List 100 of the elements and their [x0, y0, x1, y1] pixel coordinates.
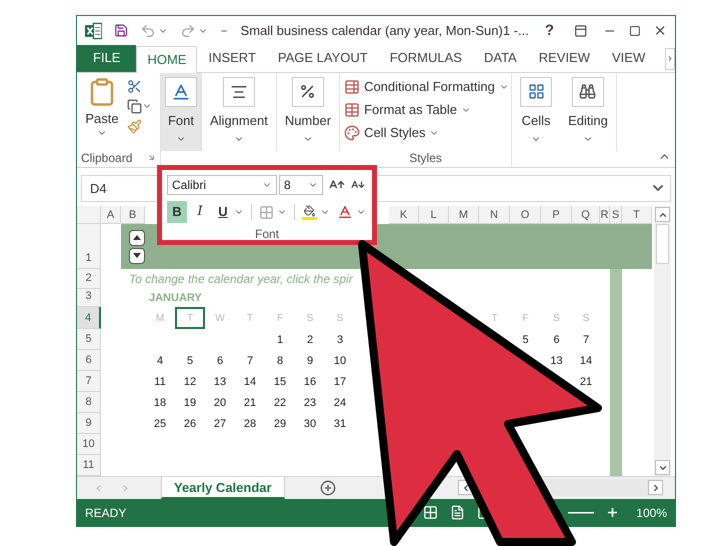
date-cell[interactable]: 7	[235, 350, 265, 372]
file-tab[interactable]: FILE	[77, 44, 136, 72]
alignment-button[interactable]: Alignment	[206, 72, 272, 151]
format-button[interactable]: I	[190, 201, 210, 223]
row-header[interactable]: 7	[77, 371, 101, 392]
date-cell[interactable]: 19	[175, 392, 205, 414]
row-header[interactable]: 11	[77, 455, 101, 476]
scroll-thumb[interactable]	[656, 224, 669, 264]
maximize-icon[interactable]	[628, 24, 641, 38]
spin-down-button[interactable]	[129, 248, 145, 264]
font-name-field[interactable]: Calibri	[167, 175, 277, 195]
date-cell[interactable]: 3	[325, 329, 355, 350]
styles-menu-button[interactable]: Cell Styles	[344, 122, 512, 143]
styles-menu-button[interactable]: Conditional Formatting	[344, 76, 512, 97]
ribbon-tab[interactable]: VIEW	[601, 44, 656, 72]
date-cell[interactable]: 14	[235, 371, 265, 392]
date-cell[interactable]: 30	[295, 413, 325, 434]
date-cell[interactable]: 24	[325, 392, 355, 414]
ribbon-tab[interactable]: FORMULAS	[378, 44, 473, 72]
ribbon-tab[interactable]: REVIEW	[528, 44, 602, 72]
paste-button[interactable]: Paste	[81, 76, 123, 149]
format-painter-icon[interactable]	[127, 118, 142, 134]
add-sheet-icon[interactable]	[320, 480, 336, 496]
date-cell[interactable]: 10	[325, 350, 355, 372]
column-header[interactable]: P	[541, 206, 572, 224]
page-layout-view-icon[interactable]	[450, 505, 465, 520]
row-header[interactable]: 3	[77, 289, 101, 308]
date-cell[interactable]: 12	[175, 371, 205, 392]
row-header[interactable]: 10	[77, 434, 101, 456]
row-header[interactable]: 6	[77, 350, 101, 372]
help-button[interactable]: ?	[540, 20, 558, 42]
date-cell[interactable]: 20	[205, 392, 235, 414]
row-header[interactable]: 8	[77, 392, 101, 414]
date-cell[interactable]: 15	[265, 371, 295, 392]
styles-menu-button[interactable]: Format as Table	[344, 100, 512, 120]
date-cell[interactable]: 21	[235, 392, 265, 414]
row-header[interactable]: 4	[77, 307, 101, 330]
date-cell[interactable]: 29	[265, 413, 295, 434]
ribbon-display-options-icon[interactable]	[574, 22, 588, 39]
date-cell[interactable]: 8	[265, 350, 295, 372]
column-header[interactable]: L	[419, 206, 449, 224]
column-header[interactable]: T	[622, 206, 652, 224]
date-cell[interactable]: 9	[295, 350, 325, 372]
date-cell[interactable]: 23	[295, 392, 325, 414]
date-cell[interactable]: 27	[205, 413, 235, 434]
editing-button[interactable]: Editing	[564, 72, 612, 151]
column-header[interactable]: M	[449, 206, 479, 224]
zoom-level[interactable]: 100%	[631, 504, 667, 522]
date-cell[interactable]: 16	[295, 371, 325, 392]
number-button[interactable]: Number	[280, 72, 336, 151]
date-cell[interactable]: 7	[572, 329, 600, 350]
copy-icon[interactable]	[127, 98, 142, 114]
date-cell[interactable]: 5	[510, 329, 541, 350]
column-header[interactable]: R	[600, 206, 610, 224]
row-header[interactable]: 5	[77, 329, 101, 350]
date-cell[interactable]: 11	[145, 371, 175, 392]
column-header[interactable]: O	[510, 206, 541, 224]
ribbon-tab[interactable]: INSERT	[197, 44, 267, 72]
column-header[interactable]: A	[101, 206, 121, 224]
font-size-field[interactable]: 8	[279, 175, 323, 195]
vertical-scrollbar[interactable]	[654, 206, 671, 476]
row-header[interactable]: 1	[77, 224, 101, 270]
date-cell[interactable]: 4	[145, 350, 175, 372]
row-header[interactable]: 9	[77, 413, 101, 434]
date-cell[interactable]: 6	[541, 329, 572, 350]
ribbon-tab[interactable]: HOME	[136, 46, 198, 73]
date-cell[interactable]: 5	[175, 350, 205, 372]
format-button[interactable]: B	[167, 201, 187, 223]
column-header[interactable]: B	[121, 206, 145, 224]
column-header[interactable]: K	[389, 206, 419, 224]
normal-view-icon[interactable]	[423, 505, 438, 520]
date-cell[interactable]: 2	[295, 329, 325, 350]
row-header[interactable]: 2	[77, 269, 101, 290]
date-cell[interactable]: 14	[572, 350, 600, 372]
cells-button[interactable]: Cells	[516, 72, 556, 151]
date-cell[interactable]: 13	[205, 371, 235, 392]
column-header[interactable]: Q	[572, 206, 600, 224]
cut-icon[interactable]	[127, 78, 142, 94]
column-header[interactable]: N	[479, 206, 510, 224]
date-cell[interactable]: 18	[145, 392, 175, 414]
date-cell[interactable]: 28	[235, 413, 265, 434]
date-cell[interactable]: 25	[145, 413, 175, 434]
spin-up-button[interactable]	[129, 230, 145, 246]
date-cell[interactable]: 1	[265, 329, 295, 350]
sheet-tab[interactable]: Yearly Calendar	[161, 477, 285, 500]
column-header[interactable]: S	[610, 206, 622, 224]
format-button[interactable]: U	[213, 201, 233, 223]
fill-color-icon[interactable]	[302, 204, 317, 220]
date-cell[interactable]: 13	[541, 350, 572, 372]
ribbon-tab[interactable]: DATA	[472, 44, 528, 72]
date-cell[interactable]: 6	[205, 350, 235, 372]
date-cell[interactable]: 17	[325, 371, 355, 392]
zoom-in-icon[interactable]	[606, 506, 619, 520]
date-cell[interactable]: 21	[572, 371, 600, 392]
date-cell[interactable]: 26	[175, 413, 205, 434]
dialog-launcher-icon[interactable]	[147, 153, 156, 162]
date-cell[interactable]: 22	[265, 392, 295, 414]
date-cell[interactable]: 31	[325, 413, 355, 434]
ribbon-tab[interactable]: PAGE LAYOUT	[266, 44, 379, 72]
font-button[interactable]: Font	[161, 72, 201, 151]
